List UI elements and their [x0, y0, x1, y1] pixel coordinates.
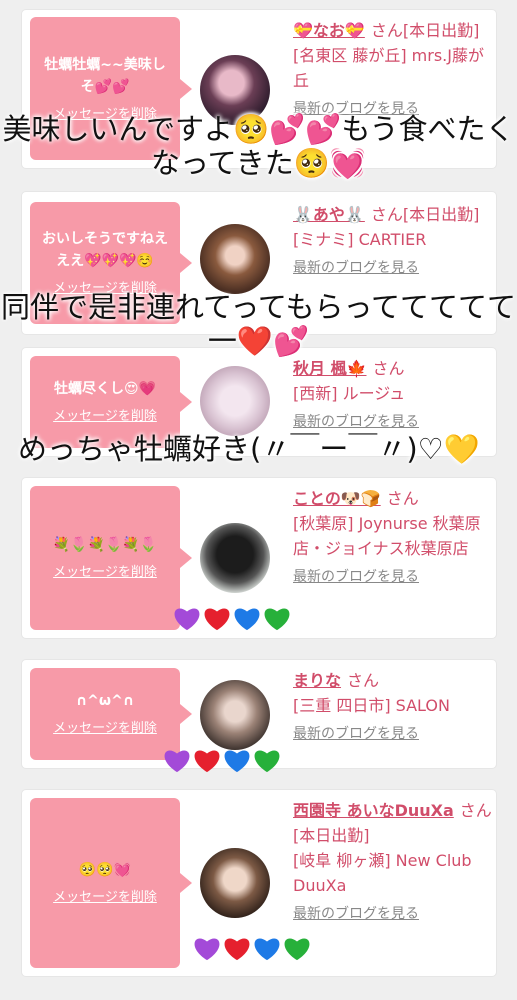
girl-name-link[interactable]: ことの🐶🍞	[293, 489, 381, 508]
girl-name-link[interactable]: まりな	[293, 671, 341, 690]
hearts-sticker	[172, 604, 292, 639]
avatar[interactable]	[200, 680, 270, 750]
purple-heart-icon	[162, 746, 192, 774]
avatar[interactable]	[200, 224, 270, 294]
latest-blog-link[interactable]: 最新のブログを見る	[293, 256, 498, 281]
red-heart-icon	[222, 934, 252, 962]
girl-name-link[interactable]: 💝なお💝	[293, 21, 365, 40]
girl-info: 🐰あや🐰 さん[本日出勤] [ミナミ] CARTIER 最新のブログを見る	[293, 202, 498, 281]
message-bubble: 🥺🥺💓 メッセージを削除	[30, 798, 192, 968]
message-text: 💐🌷💐🌷💐🌷	[52, 537, 158, 553]
shop-name: [ミナミ] CARTIER	[293, 230, 427, 249]
girl-info: ことの🐶🍞 さん [秋葉原] Joynurse 秋葉原店・ジョイナス秋葉原店 最新…	[293, 486, 498, 590]
overlay-caption: めっちゃ牡蠣好き(〃￣ー￣〃)♡💛	[18, 432, 480, 466]
honorific: さん[本日出勤]	[370, 205, 480, 224]
message-text: 牡蠣尽くし😍💗	[53, 381, 157, 397]
girl-name-link[interactable]: 西園寺 あいなDuuXa	[293, 801, 454, 820]
shop-name: [名東区 藤が丘] mrs.J藤が丘	[293, 46, 484, 90]
green-heart-icon	[282, 934, 312, 962]
delete-message-link[interactable]: メッセージを削除	[38, 889, 172, 907]
message-text: 牡蠣牡蠣~~美味しそ💕💕	[44, 56, 166, 95]
latest-blog-link[interactable]: 最新のブログを見る	[293, 565, 498, 590]
overlay-caption-text: 美味しいんですよ🥺💕💕もう食べたくなってきた🥺💓	[2, 112, 515, 180]
avatar[interactable]	[200, 848, 270, 918]
shop-name: [秋葉原] Joynurse 秋葉原店・ジョイナス秋葉原店	[293, 514, 481, 558]
hearts-sticker	[162, 746, 282, 781]
overlay-caption-text: 同伴で是非連れてってもらっててててて一❤️💕	[0, 290, 517, 358]
purple-heart-icon	[172, 604, 202, 632]
green-heart-icon	[252, 746, 282, 774]
purple-heart-icon	[192, 934, 222, 962]
overlay-caption: 同伴で是非連れてってもらっててててて一❤️💕	[0, 290, 517, 358]
honorific: さん	[347, 671, 380, 690]
shop-name: [岐阜 柳ヶ瀬] New Club DuuXa	[293, 851, 472, 895]
message-bubble: 💐🌷💐🌷💐🌷 メッセージを削除	[30, 486, 192, 630]
shop-name: [三重 四日市] SALON	[293, 696, 450, 715]
girl-name-link[interactable]: 🐰あや🐰	[293, 205, 365, 224]
overlay-caption: 美味しいんですよ🥺💕💕もう食べたくなってきた🥺💓	[0, 112, 517, 180]
latest-blog-link[interactable]: 最新のブログを見る	[293, 722, 498, 747]
message-bubble: ∩^ω^∩ メッセージを削除	[30, 668, 192, 760]
delete-message-link[interactable]: メッセージを削除	[38, 720, 172, 738]
honorific: さん[本日出勤]	[370, 21, 480, 40]
red-heart-icon	[202, 604, 232, 632]
avatar[interactable]	[200, 523, 270, 593]
girl-info: 西園寺 あいなDuuXa さん[本日出勤] [岐阜 柳ヶ瀬] New Club D…	[293, 798, 498, 927]
girl-info: 秋月 楓🍁 さん [西新] ルージュ 最新のブログを見る	[293, 356, 498, 435]
green-heart-icon	[262, 604, 292, 632]
blue-heart-icon	[252, 934, 282, 962]
blue-heart-icon	[222, 746, 252, 774]
message-text: おいしそうですねえええ💖💖💖☺️	[42, 231, 168, 269]
honorific: さん	[386, 489, 419, 508]
overlay-caption-text: めっちゃ牡蠣好き(〃￣ー￣〃)♡💛	[18, 432, 480, 466]
blue-heart-icon	[232, 604, 262, 632]
message-text: ∩^ω^∩	[75, 693, 135, 709]
latest-blog-link[interactable]: 最新のブログを見る	[293, 902, 498, 927]
delete-message-link[interactable]: メッセージを削除	[38, 564, 172, 582]
girl-name-link[interactable]: 秋月 楓🍁	[293, 359, 367, 378]
red-heart-icon	[192, 746, 222, 774]
avatar[interactable]	[200, 366, 270, 436]
girl-info: まりな さん [三重 四日市] SALON 最新のブログを見る	[293, 668, 498, 747]
message-text: 🥺🥺💓	[78, 862, 132, 878]
girl-info: 💝なお💝 さん[本日出勤] [名東区 藤が丘] mrs.J藤が丘 最新のブログを見…	[293, 18, 498, 122]
delete-message-link[interactable]: メッセージを削除	[38, 408, 172, 426]
honorific: さん	[372, 359, 405, 378]
hearts-sticker	[192, 934, 312, 969]
shop-name: [西新] ルージュ	[293, 384, 406, 403]
